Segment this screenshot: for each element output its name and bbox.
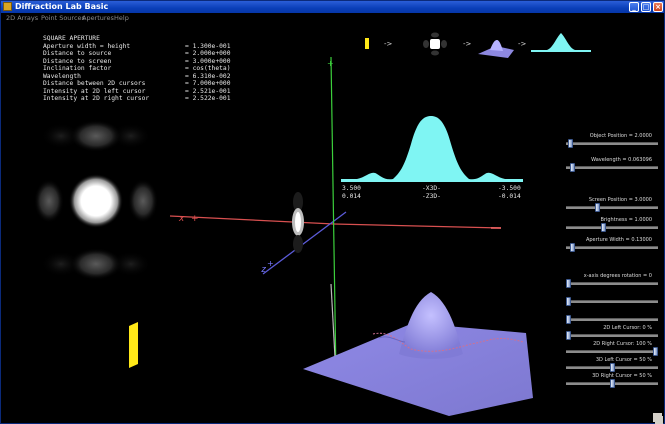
preview-arrow-1: -> bbox=[384, 40, 393, 48]
info-row: Intensity at 2D left cursor = 2.521e-001 bbox=[43, 88, 273, 96]
intensity-surface-3d bbox=[303, 292, 533, 416]
info-key: Aperture width = height bbox=[43, 42, 131, 50]
coord-right-top: -3.500 bbox=[498, 185, 521, 192]
info-value: = 2.522e-001 bbox=[185, 95, 231, 102]
preview-arrow-2: -> bbox=[463, 40, 472, 48]
info-row: Distance between 2D cursors = 7.000e+000 bbox=[43, 80, 273, 88]
preview-strip: -> -> -> bbox=[365, 32, 591, 58]
menu-bar: 2D Arrays Point Sources Apertures Help bbox=[1, 13, 664, 24]
x-axis-label: x bbox=[178, 214, 185, 224]
info-row: Aperture width = height = 1.300e-001 bbox=[43, 43, 273, 51]
preview-aperture bbox=[365, 38, 369, 49]
slider-thumb[interactable] bbox=[566, 279, 571, 288]
menu-help[interactable]: Help bbox=[114, 13, 129, 24]
x-axis-plus: + bbox=[191, 214, 199, 224]
intensity-profile-1d bbox=[341, 116, 523, 182]
info-value: = 3.000e+000 bbox=[185, 57, 231, 65]
slider-track[interactable] bbox=[566, 282, 658, 285]
window-title: Diffraction Lab Basic bbox=[15, 2, 109, 11]
info-key: Inclination factor bbox=[43, 65, 112, 72]
maximize-button[interactable]: □ bbox=[641, 2, 651, 12]
perspective-pattern bbox=[292, 192, 304, 253]
preview-arrow-3: -> bbox=[518, 40, 527, 48]
slider-track[interactable] bbox=[566, 334, 658, 337]
slider-thumb[interactable] bbox=[570, 163, 575, 172]
slider-track[interactable] bbox=[566, 142, 658, 145]
x-axis-line-right bbox=[333, 223, 502, 229]
info-key: Intensity at 2D right cursor bbox=[43, 95, 150, 102]
slider-thumb[interactable] bbox=[566, 331, 571, 340]
slider-label: 2D Left Cursor: 0 % bbox=[603, 325, 652, 331]
slider-label: Aperture Width = 0.13000 bbox=[585, 237, 652, 243]
info-key: Distance between 2D cursors bbox=[43, 80, 146, 87]
app-window: Diffraction Lab Basic _ □ × 2D Arrays Po… bbox=[0, 0, 665, 424]
slider-thumb[interactable] bbox=[570, 243, 575, 252]
y-axis-plus: + bbox=[327, 59, 334, 68]
slider-label: 3D Left Cursor = 50 % bbox=[595, 357, 652, 363]
info-key: Intensity at 2D left cursor bbox=[43, 87, 146, 95]
coord-right-bottom: -0.014 bbox=[498, 193, 521, 200]
info-value: = 6.310e-002 bbox=[185, 72, 231, 80]
info-value: = cos(theta) bbox=[185, 65, 231, 72]
info-key: Distance to screen bbox=[43, 57, 112, 65]
preview-profile bbox=[531, 33, 591, 52]
info-row: Distance to source = 2.000e+000 bbox=[43, 50, 273, 58]
slider-label: 2D Right Cursor: 100 % bbox=[593, 341, 652, 347]
slider-thumb[interactable] bbox=[610, 379, 615, 388]
slider-track[interactable] bbox=[566, 166, 658, 169]
slider-track[interactable] bbox=[566, 300, 658, 303]
slider-thumb[interactable] bbox=[566, 315, 571, 324]
info-value: = 2.521e-001 bbox=[185, 87, 231, 95]
info-heading: SQUARE APERTURE bbox=[43, 35, 100, 42]
info-value: = 1.300e-001 bbox=[185, 42, 231, 50]
info-panel: SQUARE APERTURE Aperture width = height =… bbox=[43, 35, 273, 103]
minimize-button[interactable]: _ bbox=[629, 2, 639, 12]
slider-track[interactable] bbox=[566, 350, 658, 353]
coord-left-top: 3.500 bbox=[342, 185, 361, 192]
slider-thumb[interactable] bbox=[653, 347, 658, 356]
slider-label: x-axis degrees rotation = 0 bbox=[583, 273, 652, 279]
scene-viewport[interactable]: x + z + + -> -> -> SQUARE APERTURE Apert… bbox=[1, 24, 664, 424]
coord-z3d-label: -Z3D- bbox=[422, 193, 441, 200]
info-row: Distance to screen = 3.000e+000 bbox=[43, 58, 273, 66]
coord-left-bottom: 0.014 bbox=[342, 193, 361, 200]
menu-apertures[interactable]: Apertures bbox=[82, 13, 114, 24]
aperture-object bbox=[129, 322, 138, 368]
info-heading-row: SQUARE APERTURE bbox=[43, 35, 273, 43]
title-bar[interactable]: Diffraction Lab Basic _ □ × bbox=[1, 1, 664, 13]
z-axis-plus: + bbox=[267, 259, 274, 268]
slider-thumb[interactable] bbox=[610, 363, 615, 372]
slider-label: 3D Right Cursor = 50 % bbox=[592, 373, 652, 379]
info-row: Wavelength = 6.310e-002 bbox=[43, 73, 273, 81]
info-value: = 7.000e+000 bbox=[185, 80, 231, 87]
slider-label: Wavelength = 0.063096 bbox=[591, 157, 652, 163]
slider-thumb[interactable] bbox=[568, 139, 573, 148]
info-key: Distance to source bbox=[43, 50, 112, 57]
coord-x3d-label: -X3D- bbox=[422, 185, 441, 192]
info-rows: Aperture width = height = 1.300e-001 Dista… bbox=[43, 43, 273, 103]
menu-2d-arrays[interactable]: 2D Arrays bbox=[6, 13, 38, 24]
info-row: Inclination factor = cos(theta) bbox=[43, 65, 273, 73]
slider-thumb[interactable] bbox=[566, 297, 571, 306]
info-value: = 2.000e+000 bbox=[185, 50, 231, 57]
slider-thumb[interactable] bbox=[601, 223, 606, 232]
slider-thumb[interactable] bbox=[595, 203, 600, 212]
slider-track[interactable] bbox=[566, 226, 658, 229]
z-axis-label: z bbox=[261, 265, 266, 275]
slider-label: Object Position = 2.0000 bbox=[589, 133, 652, 139]
slider-label: Brightness = 1.0000 bbox=[600, 217, 653, 223]
status-corner bbox=[653, 413, 662, 422]
slider-track[interactable] bbox=[566, 318, 658, 321]
info-row: Intensity at 2D right cursor = 2.522e-001 bbox=[43, 95, 273, 103]
menu-point-sources[interactable]: Point Sources bbox=[41, 13, 85, 24]
app-icon bbox=[3, 2, 12, 11]
close-button[interactable]: × bbox=[653, 2, 663, 12]
slider-track[interactable] bbox=[566, 246, 658, 249]
info-key: Wavelength bbox=[43, 72, 81, 80]
slider-track[interactable] bbox=[566, 206, 658, 209]
diffraction-pattern-2d bbox=[34, 120, 158, 300]
